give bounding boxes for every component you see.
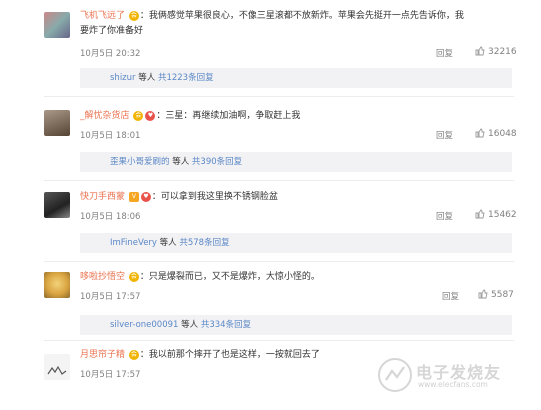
heart-badge-icon: ♥ — [145, 110, 156, 121]
like-count: 5587 — [491, 290, 514, 300]
verified-badge-icon: V — [128, 191, 139, 202]
divider — [44, 340, 514, 341]
member-badge-icon: 会 — [128, 349, 139, 360]
comment-username[interactable]: 月思帘子精 — [80, 350, 125, 360]
sub-reply-count[interactable]: 共1223条回复 — [158, 73, 214, 83]
elecfans-logo-icon — [378, 358, 412, 392]
comment-date: 10月5日 17:57 — [80, 292, 141, 302]
avatar[interactable] — [44, 272, 70, 298]
comment-date: 10月5日 17:57 — [80, 370, 141, 380]
thumbs-up-icon — [475, 46, 485, 56]
like-button[interactable]: 32216 — [475, 46, 517, 57]
like-button[interactable]: 16048 — [475, 128, 517, 139]
comment-text: ：可以拿到我这里换不锈钢脸盆 — [151, 192, 278, 202]
avatar-sketch-icon — [47, 365, 67, 375]
watermark: 电子发烧友 www.elecfans.com — [376, 356, 526, 396]
sub-reply-user[interactable]: shizur — [110, 73, 136, 83]
comment-item: 快刀手西蒙 V ♥ ：可以拿到我这里换不锈钢脸盆 10月5日 18:06 回复 15… — [30, 184, 530, 254]
reply-button[interactable]: 回复 — [436, 129, 453, 141]
avatar[interactable] — [44, 192, 70, 218]
sub-replies-bar[interactable]: ImFineVery 等人 共578条回复 — [80, 233, 512, 253]
comment-item: _解忧杂货店 会 ♥ ：三星：再继续加油啊，争取赶上我 10月5日 18:01 回复… — [30, 102, 530, 172]
avatar[interactable] — [44, 12, 70, 38]
avatar[interactable] — [44, 110, 70, 136]
comment-username[interactable]: 快刀手西蒙 — [80, 192, 125, 202]
divider — [44, 180, 514, 181]
comment-item: 哆啦抄悟空 会：只是爆裂而已，又不是爆炸，大惊小怪的。 10月5日 17:57 … — [30, 264, 530, 338]
like-button[interactable]: 5587 — [478, 289, 514, 300]
comment-text: ：三星：再继续加油啊，争取赶上我 — [156, 111, 301, 121]
sub-reply-user[interactable]: 歪果小哥爱刷的 — [110, 157, 170, 167]
comment-date: 10月5日 18:01 — [80, 131, 141, 141]
like-count: 15462 — [488, 210, 517, 220]
like-count: 16048 — [488, 129, 517, 139]
thumbs-up-icon — [475, 209, 485, 219]
comment-text: ：只是爆裂而已，又不是爆炸，大惊小怪的。 — [139, 272, 320, 282]
sub-replies-bar[interactable]: 歪果小哥爱刷的 等人 共390条回复 — [80, 152, 512, 172]
divider — [44, 96, 514, 97]
reply-button[interactable]: 回复 — [436, 47, 453, 59]
member-badge-icon: 会 — [133, 110, 144, 121]
member-badge-icon: 会 — [128, 10, 139, 21]
comment-username[interactable]: 飞机飞远了 — [80, 11, 125, 21]
comment-date: 10月5日 20:32 — [80, 49, 141, 59]
sub-replies-bar[interactable]: shizur 等人 共1223条回复 — [80, 68, 512, 88]
comment-list: 飞机飞远了 会：我俩感觉苹果很良心，不像三星滚都不放新炸。苹果会先挺开一点先告诉… — [30, 0, 530, 410]
comment-text: ：我俩感觉苹果很良心，不像三星滚都不放新炸。苹果会先挺开一点先告诉你，我 — [139, 11, 464, 21]
sub-reply-count[interactable]: 共578条回复 — [179, 238, 229, 248]
thumbs-up-icon — [478, 289, 488, 299]
divider — [44, 261, 514, 262]
sub-reply-user[interactable]: ImFineVery — [110, 238, 157, 248]
watermark-url: www.elecfans.com — [418, 380, 488, 389]
reply-button[interactable]: 回复 — [442, 290, 459, 302]
heart-badge-icon: ♥ — [140, 191, 151, 202]
sub-reply-user[interactable]: silver-one00091 — [110, 320, 178, 330]
comment-text: ：我以前那个摔开了也是这样，一按就回去了 — [139, 350, 320, 360]
comment-date: 10月5日 18:06 — [80, 212, 141, 222]
comment-username[interactable]: 哆啦抄悟空 — [80, 272, 125, 282]
comment-text-continued: 要炸了你准备好 — [80, 26, 144, 36]
sub-replies-bar[interactable]: silver-one00091 等人 共334条回复 — [80, 315, 512, 335]
sub-reply-count[interactable]: 共390条回复 — [192, 157, 242, 167]
reply-button[interactable]: 回复 — [436, 210, 453, 222]
like-button[interactable]: 15462 — [475, 209, 517, 220]
thumbs-up-icon — [475, 128, 485, 138]
like-count: 32216 — [488, 47, 517, 57]
sub-reply-count[interactable]: 共334条回复 — [201, 320, 251, 330]
comment-username[interactable]: _解忧杂货店 — [80, 111, 130, 121]
comment-item: 飞机飞远了 会：我俩感觉苹果很良心，不像三星滚都不放新炸。苹果会先挺开一点先告诉… — [30, 0, 530, 88]
avatar[interactable] — [44, 354, 70, 380]
member-badge-icon: 会 — [128, 271, 139, 282]
